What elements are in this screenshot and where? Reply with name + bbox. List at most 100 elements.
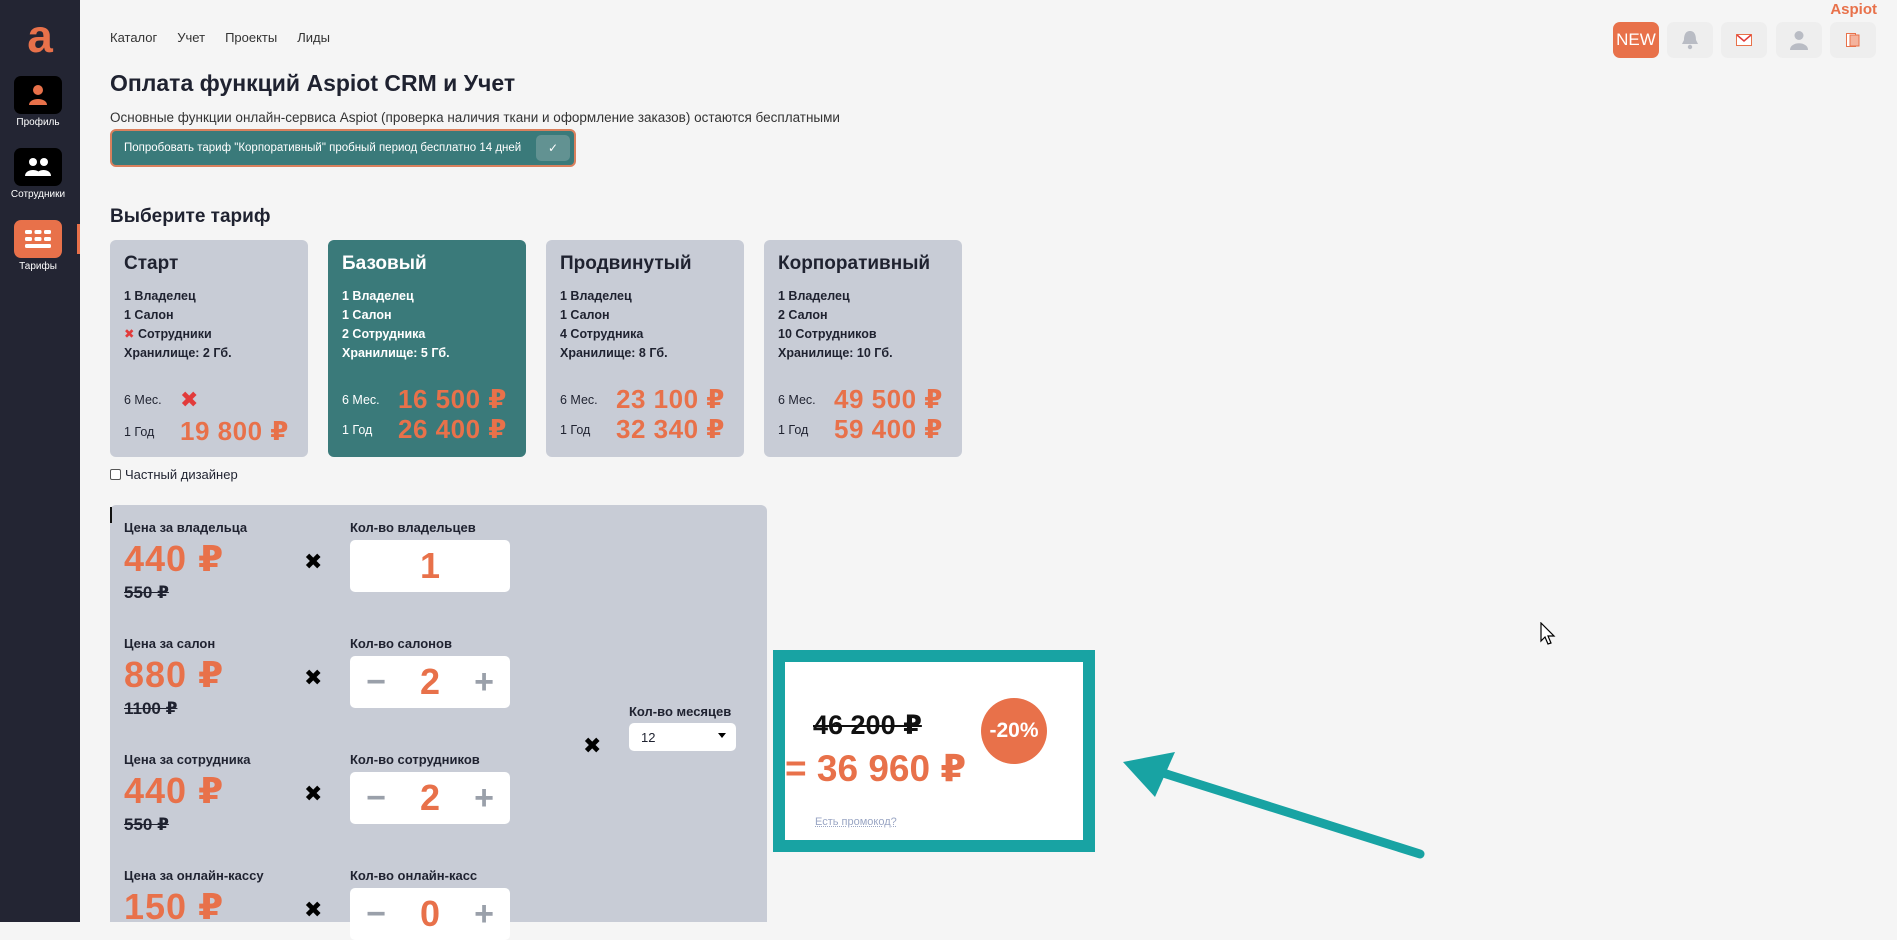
logout-button[interactable] (1830, 22, 1876, 58)
tariff-card-advanced[interactable]: Продвинутый 1 Владелец 1 Салон 4 Сотрудн… (546, 240, 744, 457)
cashbox-qty-label: Кол-во онлайн-касс (350, 868, 478, 883)
users-icon (14, 148, 62, 186)
multiply-icon: ✖ (304, 897, 323, 922)
tariff-card-corporate[interactable]: Корпоративный 1 Владелец 2 Салон 10 Сотр… (764, 240, 962, 457)
plus-button[interactable]: + (472, 895, 496, 934)
brand-name: Aspiot (1830, 1, 1877, 18)
salon-qty-label: Кол-во салонов (350, 636, 452, 651)
nav-accounting[interactable]: Учет (177, 30, 205, 45)
text-cursor (110, 507, 112, 523)
bell-icon (1682, 31, 1698, 50)
promo-code-link[interactable]: Есть промокод? (815, 816, 897, 828)
tariff-card-basic[interactable]: Базовый 1 Владелец 1 Салон 2 Сотрудника … (328, 240, 526, 457)
nav-projects[interactable]: Проекты (225, 30, 277, 45)
private-designer-toggle[interactable]: Частный дизайнер (110, 467, 238, 482)
tariff-feature: 2 Сотрудника (342, 327, 426, 341)
caret-down-icon (718, 733, 726, 738)
nav-catalog[interactable]: Каталог (110, 30, 157, 45)
top-nav: Каталог Учет Проекты Лиды (110, 30, 330, 45)
tariff-feature: 10 Сотрудников (778, 327, 877, 341)
months-value: 12 (641, 729, 656, 745)
user-icon (14, 76, 62, 114)
notifications-button[interactable] (1667, 22, 1713, 58)
price-value: 59 400 ₽ (834, 414, 943, 444)
price-1y-row: 1 Год 26 400 ₽ (342, 414, 507, 445)
multiply-icon: ✖ (304, 549, 323, 574)
messages-button[interactable] (1721, 22, 1767, 58)
price-label: 6 Мес. (124, 393, 162, 407)
unavailable-icon: ✖ (180, 387, 199, 412)
user-icon (1790, 31, 1808, 50)
owner-price: 440 ₽ (124, 538, 225, 579)
tariff-feature: Хранилище: 2 Гб. (124, 346, 232, 360)
salon-old-price: 1100 ₽ (124, 699, 178, 718)
sidebar-item-profile[interactable]: Профиль (0, 76, 76, 128)
price-1y-row: 1 Год 59 400 ₽ (778, 414, 943, 445)
tariff-feature: ✖ Сотрудники (124, 327, 212, 341)
salon-qty-stepper: − 2 + (350, 656, 510, 708)
employee-old-price: 550 ₽ (124, 815, 169, 834)
mail-icon (1736, 34, 1752, 46)
total-result-box: 46 200 ₽ = 36 960 ₽ -20% Есть промокод? (773, 650, 1095, 852)
cashbox-qty-value: 0 (419, 893, 441, 934)
sidebar: a Профиль Сотрудники Тарифы (0, 0, 80, 922)
owner-qty-input[interactable]: 1 (350, 540, 510, 592)
price-6m-row: 6 Мес. 23 100 ₽ (560, 384, 725, 415)
cashbox-qty-stepper: − 0 + (350, 888, 510, 940)
months-select[interactable]: 12 (629, 723, 736, 751)
new-total: = 36 960 ₽ (785, 748, 967, 789)
price-value: 23 100 ₽ (616, 384, 725, 414)
tariff-name: Старт (124, 253, 179, 274)
tariff-name: Базовый (342, 253, 427, 274)
account-button[interactable] (1776, 22, 1822, 58)
employee-price-label: Цена за сотрудника (124, 752, 251, 767)
nav-leads[interactable]: Лиды (297, 30, 330, 45)
private-designer-label: Частный дизайнер (125, 467, 238, 482)
price-label: 1 Год (560, 422, 591, 437)
salon-qty-value: 2 (419, 661, 441, 702)
logo[interactable]: a (20, 13, 60, 62)
price-calculator: Цена за владельца 440 ₽ 550 ₽ ✖ Кол-во в… (110, 505, 767, 940)
employee-qty-value: 2 (419, 777, 441, 818)
tariff-feature: 1 Салон (560, 308, 610, 322)
plus-button[interactable]: + (472, 779, 496, 818)
employee-price: 440 ₽ (124, 770, 225, 811)
new-button[interactable]: NEW (1613, 22, 1659, 58)
tariff-feature: 1 Салон (342, 308, 392, 322)
tariff-feature: 1 Салон (124, 308, 174, 322)
sidebar-item-label: Тарифы (19, 261, 57, 272)
price-1y-row: 1 Год 19 800 ₽ (124, 416, 289, 447)
tariff-name: Продвинутый (560, 253, 692, 274)
annotation-arrow-icon (1123, 752, 1425, 859)
discount-badge: -20% (981, 698, 1047, 764)
price-1y-row: 1 Год 32 340 ₽ (560, 414, 725, 445)
mouse-cursor-icon (1540, 622, 1556, 645)
multiply-icon: ✖ (583, 733, 602, 758)
price-6m-row: 6 Мес. 49 500 ₽ (778, 384, 943, 415)
exit-icon (1846, 33, 1860, 47)
tariff-card-start[interactable]: Старт 1 Владелец 1 Салон ✖ Сотрудники Хр… (110, 240, 308, 457)
minus-button[interactable]: − (364, 895, 388, 934)
price-value: 19 800 ₽ (180, 416, 289, 446)
price-label: 6 Мес. (342, 392, 380, 407)
price-6m-row: 6 Мес. 16 500 ₽ (342, 384, 507, 415)
minus-button[interactable]: − (364, 663, 388, 702)
owner-old-price: 550 ₽ (124, 583, 169, 602)
cross-icon: ✖ (124, 327, 135, 341)
plus-button[interactable]: + (472, 663, 496, 702)
price-label: 1 Год (778, 422, 809, 437)
tariff-feature: 4 Сотрудника (560, 327, 644, 341)
trial-button[interactable]: Попробовать тариф "Корпоративный" пробны… (110, 129, 576, 167)
private-designer-checkbox[interactable] (110, 469, 121, 480)
check-icon: ✓ (536, 135, 570, 161)
tariff-feature: Хранилище: 8 Гб. (560, 346, 668, 360)
sidebar-item-tariffs[interactable]: Тарифы (0, 220, 76, 272)
minus-button[interactable]: − (364, 779, 388, 818)
cashbox-price-label: Цена за онлайн-кассу (124, 868, 264, 883)
active-marker (77, 224, 80, 254)
tariff-name: Корпоративный (778, 253, 931, 274)
price-label: 6 Мес. (778, 392, 816, 407)
sidebar-item-employees[interactable]: Сотрудники (0, 148, 76, 200)
tariff-feature: 1 Владелец (778, 289, 850, 303)
tariff-feature: 1 Владелец (124, 289, 196, 303)
